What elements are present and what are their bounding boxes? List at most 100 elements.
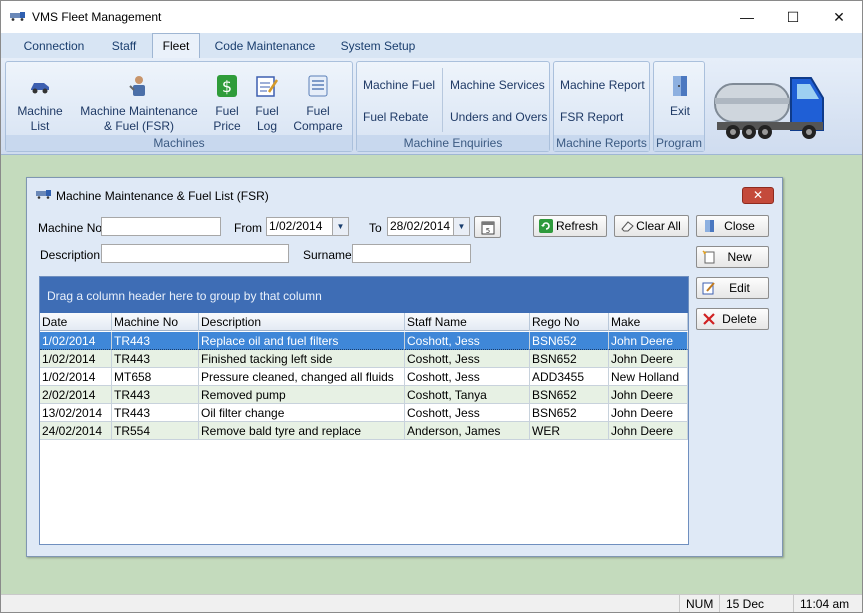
from-date-value: 1/02/2014 (269, 219, 323, 233)
chevron-down-icon[interactable]: ▼ (332, 218, 348, 235)
fuel-log-button[interactable]: Fuel Log (250, 74, 284, 134)
tanker-truck-logo (714, 77, 824, 139)
exit-label: Exit (669, 104, 690, 118)
cell-staff-name: Coshott, Jess (405, 368, 530, 386)
cell-staff-name: Anderson, James (405, 422, 530, 440)
fuel-compare-label: Fuel Compare (293, 104, 343, 133)
group-label-program: Program (654, 135, 704, 151)
clear-all-button[interactable]: Clear All (614, 215, 689, 237)
minimize-button[interactable]: — (724, 1, 770, 33)
group-machine-enquiries: Machine Fuel Fuel Rebate Machine Service… (356, 61, 550, 152)
fuel-compare-button[interactable]: Fuel Compare (290, 74, 346, 134)
edit-button[interactable]: Edit (696, 277, 769, 299)
cell-machine-no: TR443 (112, 404, 199, 422)
tab-staff[interactable]: Staff (101, 34, 147, 58)
status-date: 15 Dec 2022 (719, 595, 793, 612)
table-row[interactable]: 1/02/2014 TR443 Finished tacking left side… (40, 350, 688, 368)
cell-date: 24/02/2014 (40, 422, 112, 440)
cell-description: Pressure cleaned, changed all fluids (199, 368, 405, 386)
car-icon (31, 83, 49, 94)
calendar-icon: 5 (481, 221, 495, 235)
cell-rego-no: BSN652 (530, 404, 609, 422)
fuel-rebate-link[interactable]: Fuel Rebate (363, 110, 428, 124)
table-row[interactable]: 13/02/2014 TR443 Oil filter change Coshott,… (40, 404, 688, 422)
group-machine-reports: Machine Report FSR Report Machine Report… (553, 61, 650, 152)
surname-input[interactable] (352, 244, 471, 263)
column-header-machine-no[interactable]: Machine No (112, 313, 199, 331)
dollar-icon: $ (217, 75, 237, 97)
column-header-make[interactable]: Make (609, 313, 688, 331)
cell-staff-name: Coshott, Jess (405, 404, 530, 422)
unders-overs-link[interactable]: Unders and Overs (450, 110, 547, 124)
cell-make: John Deere (609, 386, 688, 404)
table-row[interactable]: 1/02/2014 MT658 Pressure cleaned, changed … (40, 368, 688, 386)
cell-machine-no: TR554 (112, 422, 199, 440)
column-header-description[interactable]: Description (199, 313, 405, 331)
delete-button[interactable]: Delete (696, 308, 769, 330)
exit-button[interactable]: Exit (660, 74, 700, 119)
close-window-button[interactable]: ✕ (816, 1, 862, 33)
machine-list-label: Machine List (17, 104, 63, 133)
from-date-picker[interactable]: 1/02/2014 ▼ (266, 217, 349, 236)
ribbon: Machine List Machine Maintenance & Fuel … (1, 58, 862, 155)
clear-all-label: Clear All (636, 219, 681, 233)
fuel-log-label: Fuel Log (255, 104, 279, 133)
column-header-date[interactable]: Date (40, 313, 112, 331)
fsr-data-grid[interactable]: Drag a column header here to group by th… (39, 276, 689, 545)
cell-rego-no: BSN652 (530, 386, 609, 404)
to-date-picker[interactable]: 28/02/2014 ▼ (387, 217, 470, 236)
cell-machine-no: TR443 (112, 386, 199, 404)
machine-list-button[interactable]: Machine List (12, 74, 68, 134)
description-label: Description (40, 248, 101, 262)
group-machines: Machine List Machine Maintenance & Fuel … (5, 61, 353, 152)
refresh-label: Refresh (555, 219, 599, 233)
tab-code-maintenance[interactable]: Code Maintenance (208, 34, 322, 58)
column-header-rego-no[interactable]: Rego No (530, 313, 609, 331)
cell-description: Removed pump (199, 386, 405, 404)
child-window-title: Machine Maintenance & Fuel List (FSR) (56, 189, 269, 203)
num-lock-indicator: NUM (679, 595, 719, 612)
chevron-down-icon[interactable]: ▼ (453, 218, 469, 235)
table-row[interactable]: 2/02/2014 TR443 Removed pump Coshott, Tanya… (40, 386, 688, 404)
fsr-list-window: Machine Maintenance & Fuel List (FSR) ✕ … (26, 177, 783, 557)
new-button[interactable]: New (696, 246, 769, 268)
divider (442, 68, 443, 132)
svg-text:$: $ (222, 77, 232, 96)
ribbon-tabs: Connection Staff Fleet Code Maintenance … (1, 33, 862, 59)
column-header-staff-name[interactable]: Staff Name (405, 313, 530, 331)
cell-machine-no: MT658 (112, 368, 199, 386)
group-label-reports: Machine Reports (554, 135, 649, 151)
machine-no-input[interactable] (101, 217, 221, 236)
grid-header: Date Machine No Description Staff Name Rego … (40, 313, 688, 331)
cell-staff-name: Coshott, Jess (405, 350, 530, 368)
cell-date: 1/02/2014 (40, 332, 112, 350)
tab-system-setup[interactable]: System Setup (334, 34, 422, 58)
maintenance-fuel-label: Machine Maintenance & Fuel (FSR) (80, 104, 198, 133)
cell-description: Replace oil and fuel filters (199, 332, 405, 350)
maximize-button[interactable]: ☐ (770, 1, 816, 33)
group-by-panel[interactable]: Drag a column header here to group by th… (40, 277, 688, 313)
tab-fleet[interactable]: Fleet (152, 33, 200, 59)
machine-no-label: Machine No (38, 221, 103, 235)
cell-date: 1/02/2014 (40, 350, 112, 368)
child-close-button[interactable]: ✕ (742, 187, 774, 204)
machine-fuel-link[interactable]: Machine Fuel (363, 78, 435, 92)
table-row[interactable]: 24/02/2014 TR554 Remove bald tyre and repl… (40, 422, 688, 440)
mechanic-icon (129, 76, 145, 96)
tab-connection[interactable]: Connection (15, 34, 93, 58)
cell-make: New Holland (609, 368, 688, 386)
calendar-button[interactable]: 5 (474, 216, 501, 238)
description-input[interactable] (101, 244, 289, 263)
refresh-button[interactable]: Refresh (533, 215, 607, 237)
table-row[interactable]: 1/02/2014 TR443 Replace oil and fuel filte… (40, 332, 688, 350)
machine-services-link[interactable]: Machine Services (450, 78, 545, 92)
machine-report-link[interactable]: Machine Report (560, 78, 645, 92)
fuel-price-label: Fuel Price (213, 104, 241, 133)
cell-description: Finished tacking left side (199, 350, 405, 368)
cell-rego-no: WER (530, 422, 609, 440)
maintenance-fuel-button[interactable]: Machine Maintenance & Fuel (FSR) (76, 74, 202, 134)
close-button[interactable]: Close (696, 215, 769, 237)
fuel-price-button[interactable]: $ Fuel Price (208, 74, 246, 134)
fsr-report-link[interactable]: FSR Report (560, 110, 623, 124)
new-label: New (727, 250, 752, 264)
